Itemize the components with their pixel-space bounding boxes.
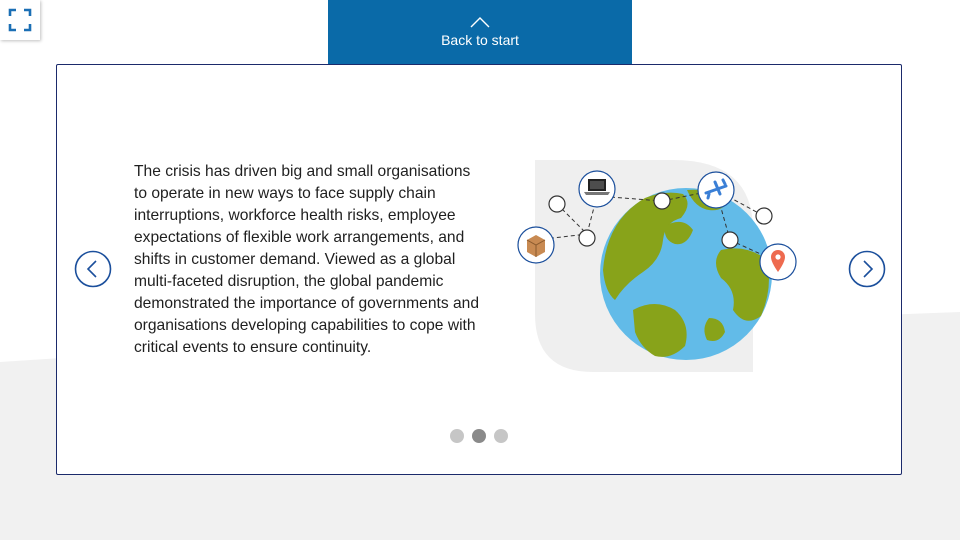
- slide-card: The crisis has driven big and small orga…: [56, 64, 902, 475]
- next-slide-button[interactable]: [848, 250, 886, 288]
- back-to-start-button[interactable]: Back to start: [328, 0, 632, 64]
- pagination-dot-2[interactable]: [472, 429, 486, 443]
- pagination-dot-1[interactable]: [450, 429, 464, 443]
- back-to-start-label: Back to start: [441, 32, 519, 48]
- location-pin-icon: [759, 243, 797, 281]
- fullscreen-icon: [8, 8, 32, 32]
- fullscreen-button[interactable]: [0, 0, 40, 40]
- slide-pagination: [450, 429, 508, 443]
- package-icon: [517, 226, 555, 264]
- laptop-icon: [578, 170, 616, 208]
- chevron-up-icon: [470, 17, 490, 28]
- slide-body-text: The crisis has driven big and small orga…: [134, 163, 479, 356]
- previous-slide-button[interactable]: [74, 250, 112, 288]
- pagination-dot-3[interactable]: [494, 429, 508, 443]
- connected-globe-illustration: [517, 160, 797, 372]
- airplane-icon: [697, 171, 735, 209]
